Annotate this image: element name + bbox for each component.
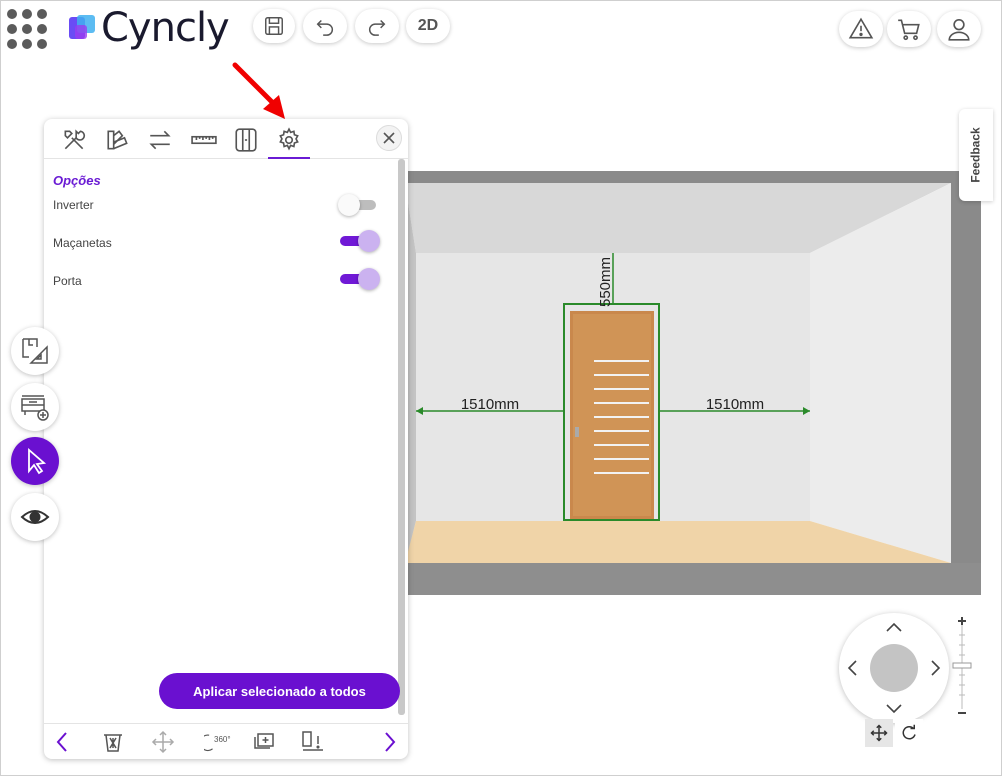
cart-icon (898, 19, 920, 41)
nav-center-button[interactable] (870, 644, 918, 692)
undo-icon (316, 19, 333, 36)
trash-icon (104, 734, 122, 752)
redo-button[interactable] (355, 9, 399, 43)
nav-up-button[interactable] (884, 617, 904, 637)
top-toolbar: Cyncly 2D (1, 1, 1001, 57)
eye-icon (20, 510, 50, 524)
cursor-icon (28, 448, 47, 475)
tab-frame[interactable] (226, 123, 266, 157)
save-button[interactable] (253, 9, 295, 43)
dimension-top: 550mm (597, 257, 614, 307)
properties-panel: Opções Inverter Maçanetas Porta Aplicar … (44, 119, 408, 759)
option-label-invert: Inverter (53, 198, 94, 212)
orbit-mode-button[interactable] (895, 719, 923, 747)
move-icon (870, 724, 888, 742)
apply-to-all-button[interactable]: Aplicar selecionado a todos (159, 673, 400, 709)
user-icon (948, 18, 970, 41)
navigation-pad (839, 613, 949, 723)
panel-close-button[interactable] (376, 125, 402, 151)
apps-grid-icon[interactable] (7, 9, 47, 49)
option-label-door: Porta (53, 274, 82, 288)
room-3d-view[interactable]: 1510mm 1510mm 550mm (405, 171, 981, 595)
view-2d-button[interactable]: 2D (406, 9, 450, 43)
warning-icon (848, 17, 874, 39)
align-icon (302, 731, 323, 751)
chevron-down-icon (886, 704, 902, 714)
undo-button[interactable] (303, 9, 347, 43)
rotate-icon (902, 724, 916, 740)
add-furniture-icon (21, 395, 49, 421)
panel-footer: 360° (44, 723, 408, 759)
user-button[interactable] (937, 11, 981, 47)
move-icon (151, 730, 175, 754)
prev-button[interactable] (48, 728, 78, 756)
nav-down-button[interactable] (884, 699, 904, 719)
pan-mode-button[interactable] (865, 719, 893, 747)
move-button[interactable] (148, 728, 178, 756)
rotate-360-button[interactable]: 360° (198, 728, 234, 756)
color-palette-icon (107, 130, 128, 150)
duplicate-icon (254, 733, 274, 749)
add-furniture-button[interactable] (11, 383, 59, 431)
align-button[interactable] (298, 728, 328, 756)
tab-dimensions[interactable] (184, 123, 224, 157)
logo-text: Cyncly (101, 5, 230, 51)
chevron-left-icon (847, 660, 857, 676)
visibility-button[interactable] (11, 493, 59, 541)
chevron-up-icon (886, 622, 902, 632)
toggle-door[interactable] (338, 267, 380, 291)
dimension-left: 1510mm (461, 396, 519, 413)
dimension-right: 1510mm (706, 396, 764, 413)
toggle-invert[interactable] (338, 193, 380, 217)
duplicate-button[interactable] (248, 728, 278, 756)
floorplan-button[interactable] (11, 327, 59, 375)
swap-icon (149, 130, 171, 150)
section-title: Opções (53, 173, 101, 188)
option-label-handles: Maçanetas (53, 236, 112, 250)
red-arrow-icon (232, 62, 285, 119)
select-tool-button[interactable] (11, 437, 59, 485)
close-icon (383, 132, 395, 144)
floorplan-icon (22, 338, 48, 364)
tab-swap[interactable] (140, 123, 180, 157)
next-button[interactable] (374, 728, 404, 756)
tools-icon (64, 129, 86, 150)
tab-tools[interactable] (54, 123, 94, 157)
logo: Cyncly (67, 5, 230, 51)
warnings-button[interactable] (839, 11, 883, 47)
nav-right-button[interactable] (925, 658, 945, 678)
zoom-slider[interactable] (951, 615, 973, 719)
logo-mark-icon (69, 15, 95, 39)
delete-button[interactable] (98, 728, 128, 756)
save-icon (265, 17, 283, 35)
nav-left-button[interactable] (843, 658, 863, 678)
rotate-360-label: 360° (214, 735, 231, 744)
cart-button[interactable] (887, 11, 931, 47)
door-frame-icon (235, 128, 257, 152)
tab-settings[interactable] (268, 123, 310, 159)
redo-icon (369, 19, 386, 36)
next-icon (385, 732, 396, 752)
chevron-right-icon (931, 660, 941, 676)
panel-tabs (44, 119, 408, 159)
gear-icon (279, 127, 299, 151)
ruler-icon (191, 135, 217, 145)
toggle-handles[interactable] (338, 229, 380, 253)
panel-scrollbar[interactable] (398, 159, 405, 715)
feedback-tab[interactable]: Feedback (959, 109, 993, 201)
tab-materials[interactable] (98, 123, 138, 157)
feedback-label: Feedback (969, 127, 984, 183)
prev-icon (56, 732, 67, 752)
